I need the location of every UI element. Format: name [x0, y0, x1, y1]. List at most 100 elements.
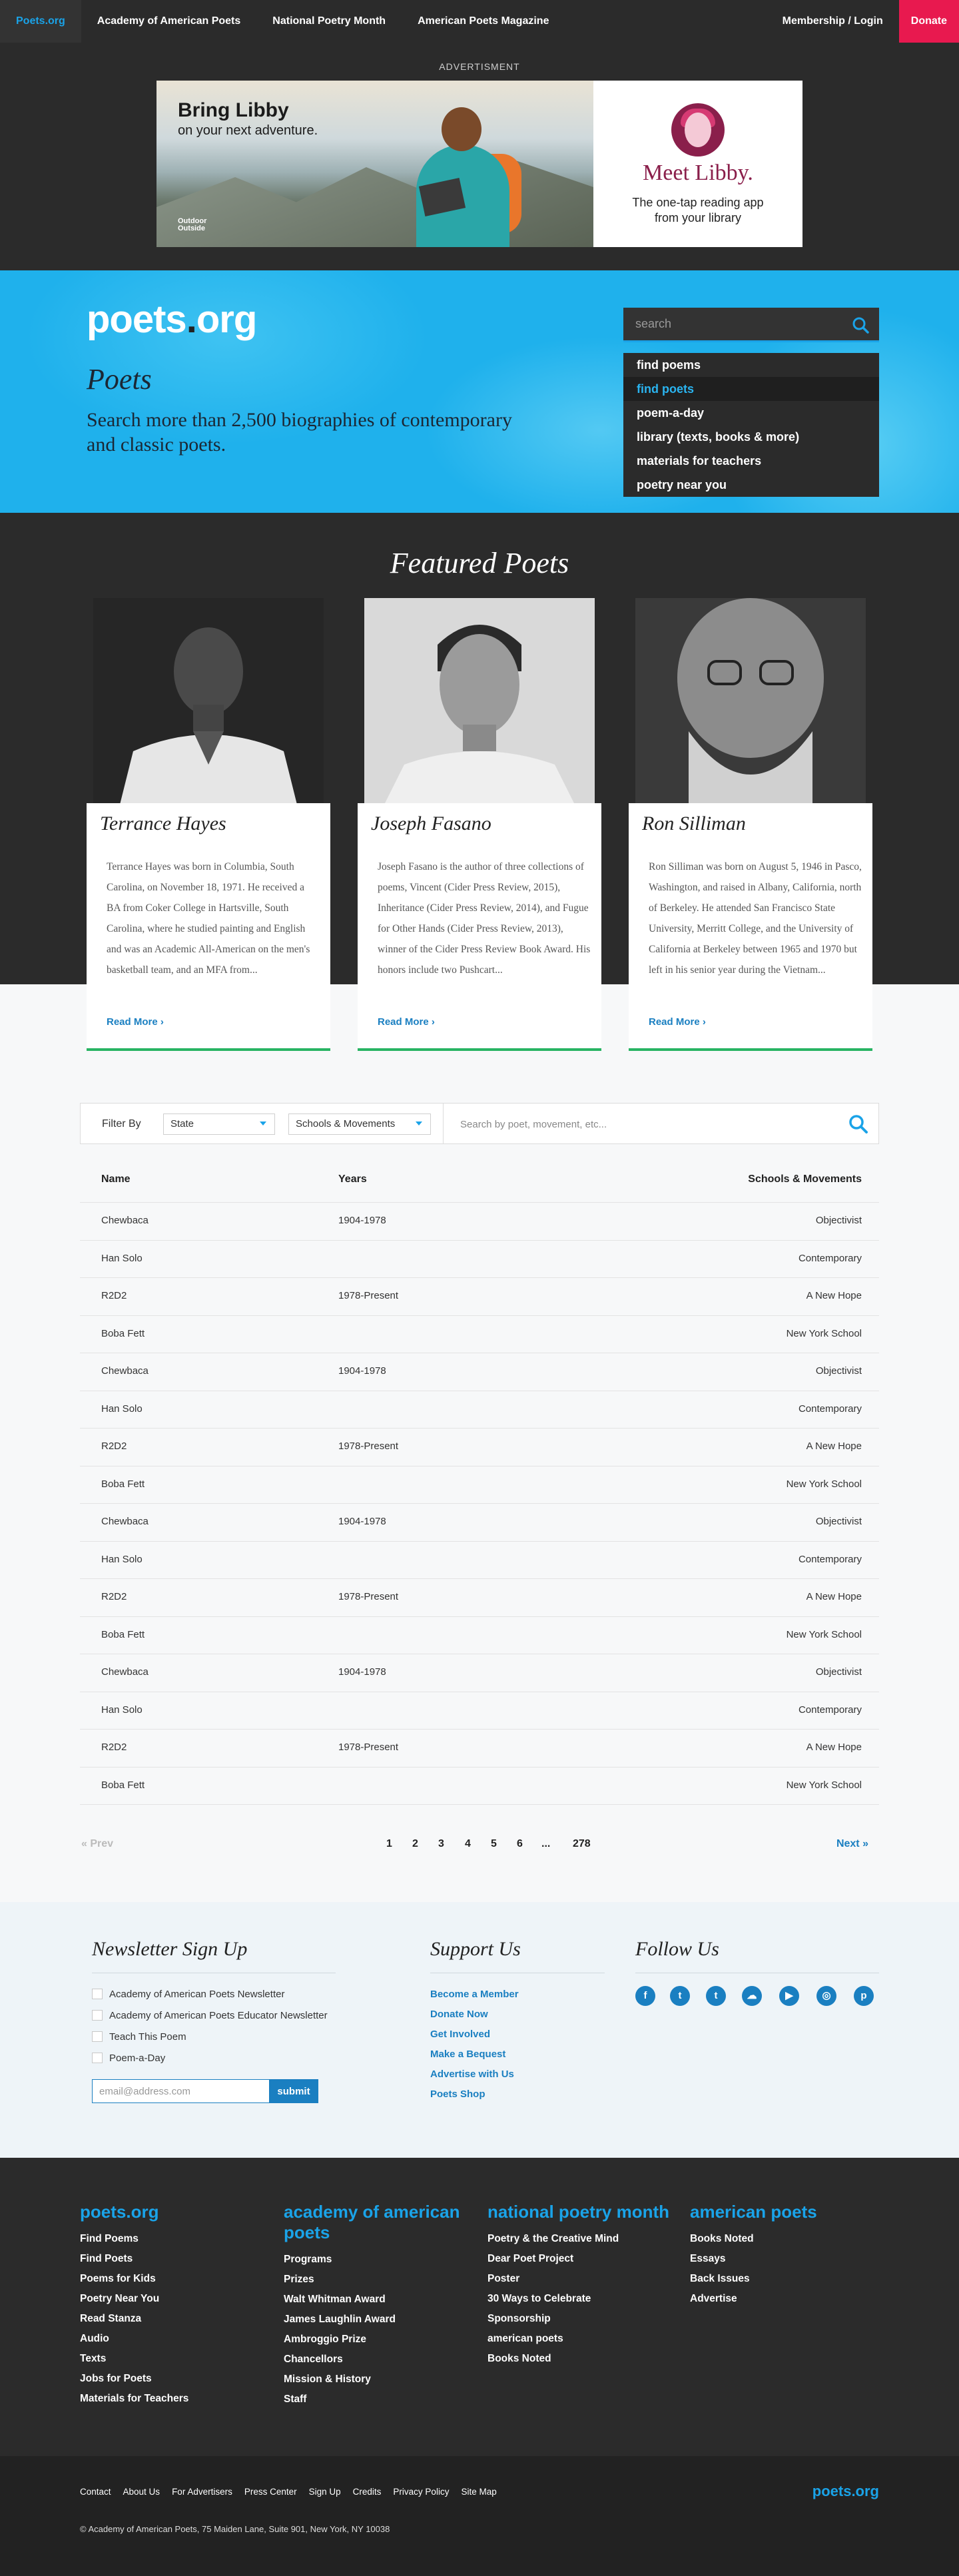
pinterest-icon[interactable]: p: [854, 1986, 874, 2006]
footer-link[interactable]: Poetry & the Creative Mind: [487, 2229, 681, 2249]
page-6[interactable]: 6: [517, 1838, 523, 1850]
become-member-link[interactable]: Become a Member: [430, 1989, 519, 2000]
footer-link[interactable]: Materials for Teachers: [80, 2389, 273, 2409]
footer-column-title[interactable]: poets.org: [80, 2202, 273, 2222]
next-page-button[interactable]: Next »: [836, 1838, 868, 1850]
nav-academy-link[interactable]: Academy of American Poets: [81, 0, 256, 43]
poet-name-cell[interactable]: Chewbaca: [101, 1666, 149, 1678]
nav-magazine-link[interactable]: American Poets Magazine: [402, 0, 565, 43]
menu-poem-a-day[interactable]: poem-a-day: [623, 401, 879, 425]
membership-login-link[interactable]: Membership / Login: [767, 0, 899, 43]
footer-link[interactable]: Audio: [80, 2329, 273, 2349]
poet-name[interactable]: Terrance Hayes: [100, 812, 226, 835]
donate-button[interactable]: Donate: [898, 0, 959, 43]
poets-org-logo[interactable]: poets.org: [87, 297, 257, 342]
newsletter-option[interactable]: Teach This Poem: [92, 2031, 186, 2043]
donate-now-link[interactable]: Donate Now: [430, 2009, 488, 2020]
search-icon[interactable]: [848, 1114, 869, 1135]
footer-link[interactable]: Programs: [284, 2250, 477, 2270]
poets-shop-link[interactable]: Poets Shop: [430, 2089, 485, 2100]
table-row[interactable]: Chewbaca 1904-1978 Objectivist: [80, 1654, 879, 1692]
poet-name-cell[interactable]: Han Solo: [101, 1554, 143, 1565]
footer-link[interactable]: Essays: [690, 2249, 883, 2269]
prev-page-button[interactable]: « Prev: [81, 1838, 113, 1850]
page-last[interactable]: 278: [573, 1838, 591, 1850]
twitter-icon[interactable]: t: [670, 1986, 690, 2006]
footer-column-title[interactable]: national poetry month: [487, 2202, 681, 2222]
poet-name-cell[interactable]: Boba Fett: [101, 1629, 145, 1640]
column-name-header[interactable]: Name: [101, 1173, 131, 1185]
footer-link[interactable]: Back Issues: [690, 2269, 883, 2289]
poet-search-input[interactable]: [451, 1113, 824, 1135]
footer-link[interactable]: Books Noted: [690, 2229, 883, 2249]
footer-link[interactable]: Ambroggio Prize: [284, 2330, 477, 2350]
read-more-link[interactable]: Read More ›: [649, 1016, 706, 1028]
footer-link[interactable]: Advertise: [690, 2289, 883, 2309]
bottom-link[interactable]: For Advertisers: [172, 2487, 232, 2497]
footer-link[interactable]: Mission & History: [284, 2370, 477, 2390]
footer-link[interactable]: Find Poems: [80, 2229, 273, 2249]
get-involved-link[interactable]: Get Involved: [430, 2029, 490, 2040]
submit-button[interactable]: submit: [269, 2079, 318, 2103]
table-row[interactable]: Han Solo Contemporary: [80, 1391, 879, 1429]
poet-name-cell[interactable]: Boba Fett: [101, 1779, 145, 1791]
bottom-link[interactable]: Contact: [80, 2487, 111, 2497]
poet-name-cell[interactable]: Boba Fett: [101, 1328, 145, 1339]
table-row[interactable]: R2D2 1978-Present A New Hope: [80, 1579, 879, 1617]
schools-movements-select[interactable]: Schools & Movements: [288, 1114, 431, 1135]
page-5[interactable]: 5: [491, 1838, 497, 1850]
bottom-link[interactable]: Credits: [353, 2487, 382, 2497]
menu-materials-for-teachers[interactable]: materials for teachers: [623, 449, 879, 473]
poet-name-cell[interactable]: Han Solo: [101, 1403, 143, 1415]
search-icon[interactable]: [851, 316, 870, 334]
checkbox[interactable]: [92, 2031, 103, 2042]
table-row[interactable]: Han Solo Contemporary: [80, 1241, 879, 1278]
footer-link[interactable]: Read Stanza: [80, 2309, 273, 2329]
footer-link[interactable]: american poets: [487, 2329, 681, 2349]
menu-poetry-near-you[interactable]: poetry near you: [623, 473, 879, 497]
footer-link[interactable]: Jobs for Poets: [80, 2369, 273, 2389]
checkbox[interactable]: [92, 2010, 103, 2021]
checkbox[interactable]: [92, 2053, 103, 2063]
read-more-link[interactable]: Read More ›: [378, 1016, 435, 1028]
bottom-link[interactable]: Sign Up: [309, 2487, 341, 2497]
footer-link[interactable]: Prizes: [284, 2270, 477, 2290]
table-row[interactable]: Chewbaca 1904-1978 Objectivist: [80, 1353, 879, 1391]
poet-name-cell[interactable]: Chewbaca: [101, 1365, 149, 1377]
poet-name-cell[interactable]: R2D2: [101, 1742, 127, 1753]
newsletter-option[interactable]: Academy of American Poets Educator Newsl…: [92, 2010, 328, 2021]
advertise-link[interactable]: Advertise with Us: [430, 2069, 514, 2080]
footer-column-title[interactable]: academy of american poets: [284, 2202, 477, 2243]
poet-name-cell[interactable]: R2D2: [101, 1441, 127, 1452]
table-row[interactable]: Han Solo Contemporary: [80, 1692, 879, 1730]
footer-link[interactable]: 30 Ways to Celebrate: [487, 2289, 681, 2309]
page-4[interactable]: 4: [465, 1838, 471, 1850]
poet-name-cell[interactable]: Chewbaca: [101, 1516, 149, 1527]
poet-name[interactable]: Ron Silliman: [642, 812, 746, 835]
poet-name[interactable]: Joseph Fasano: [371, 812, 491, 835]
poet-name-cell[interactable]: R2D2: [101, 1591, 127, 1602]
menu-find-poems[interactable]: find poems: [623, 353, 879, 377]
table-row[interactable]: R2D2 1978-Present A New Hope: [80, 1429, 879, 1466]
poet-name-cell[interactable]: Chewbaca: [101, 1215, 149, 1226]
poet-name-cell[interactable]: Han Solo: [101, 1704, 143, 1716]
page-2[interactable]: 2: [412, 1838, 418, 1850]
youtube-icon[interactable]: ▶: [779, 1986, 799, 2006]
checkbox[interactable]: [92, 1989, 103, 1999]
footer-link[interactable]: Poetry Near You: [80, 2289, 273, 2309]
table-row[interactable]: Han Solo Contemporary: [80, 1542, 879, 1579]
bottom-link[interactable]: Privacy Policy: [393, 2487, 449, 2497]
table-row[interactable]: Boba Fett New York School: [80, 1617, 879, 1654]
email-field[interactable]: [92, 2079, 270, 2103]
table-row[interactable]: Chewbaca 1904-1978 Objectivist: [80, 1203, 879, 1241]
table-row[interactable]: R2D2 1978-Present A New Hope: [80, 1730, 879, 1768]
facebook-icon[interactable]: f: [635, 1986, 655, 2006]
column-schools-header[interactable]: Schools & Movements: [748, 1173, 862, 1185]
footer-link[interactable]: Find Poets: [80, 2249, 273, 2269]
table-row[interactable]: Boba Fett New York School: [80, 1316, 879, 1353]
poet-name-cell[interactable]: Boba Fett: [101, 1478, 145, 1490]
soundcloud-icon[interactable]: ☁: [742, 1986, 762, 2006]
state-select[interactable]: State: [163, 1114, 275, 1135]
table-row[interactable]: Chewbaca 1904-1978 Objectivist: [80, 1504, 879, 1542]
menu-library[interactable]: library (texts, books & more): [623, 425, 879, 449]
